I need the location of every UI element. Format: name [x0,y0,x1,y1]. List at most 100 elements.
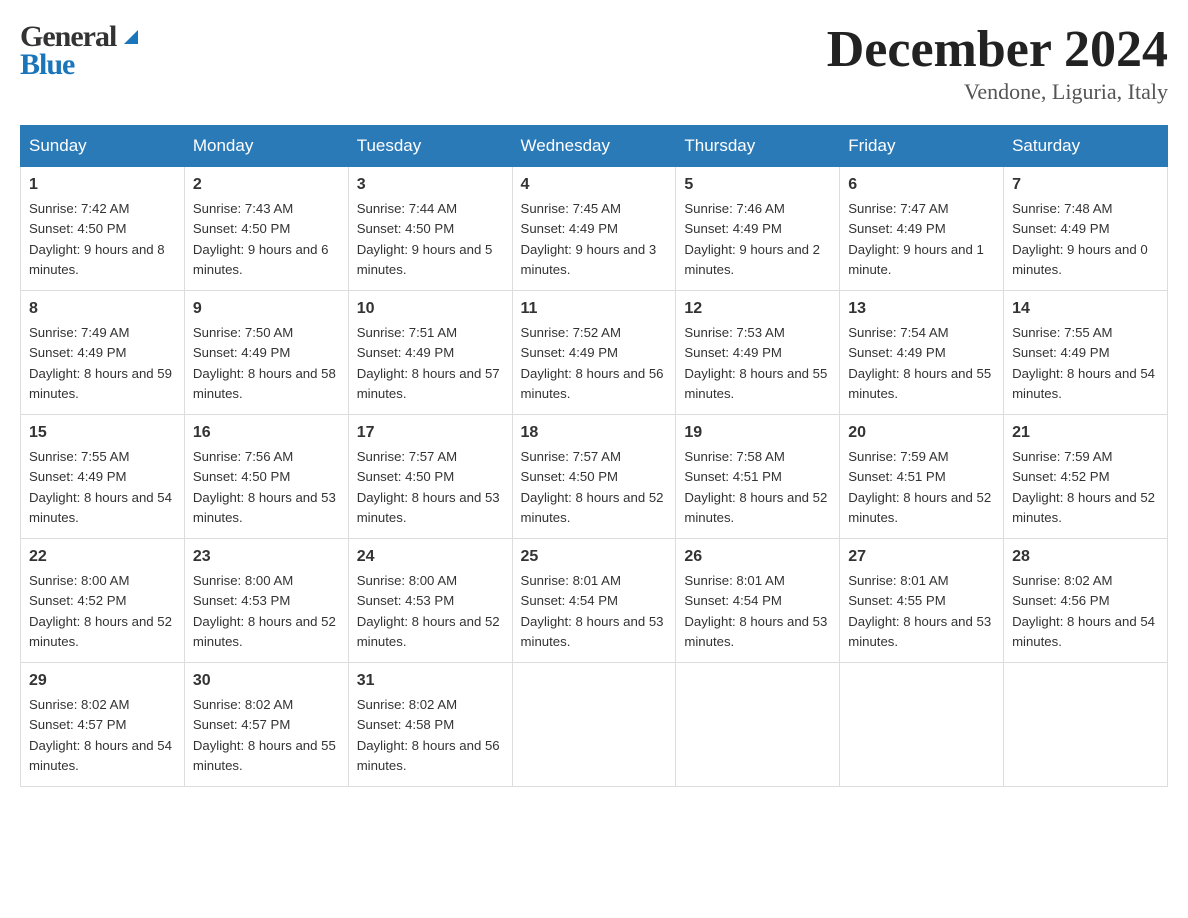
calendar-week-row: 29 Sunrise: 8:02 AMSunset: 4:57 PMDaylig… [21,663,1168,787]
calendar-cell: 13 Sunrise: 7:54 AMSunset: 4:49 PMDaylig… [840,291,1004,415]
calendar-cell: 7 Sunrise: 7:48 AMSunset: 4:49 PMDayligh… [1004,167,1168,291]
calendar-cell: 25 Sunrise: 8:01 AMSunset: 4:54 PMDaylig… [512,539,676,663]
calendar-subtitle: Vendone, Liguria, Italy [827,79,1168,105]
day-info: Sunrise: 8:02 AMSunset: 4:58 PMDaylight:… [357,697,500,773]
calendar-week-row: 8 Sunrise: 7:49 AMSunset: 4:49 PMDayligh… [21,291,1168,415]
calendar-cell: 2 Sunrise: 7:43 AMSunset: 4:50 PMDayligh… [184,167,348,291]
calendar-cell: 31 Sunrise: 8:02 AMSunset: 4:58 PMDaylig… [348,663,512,787]
calendar-title: December 2024 [827,20,1168,79]
day-number: 16 [193,421,340,445]
day-info: Sunrise: 7:50 AMSunset: 4:49 PMDaylight:… [193,325,336,401]
day-header-tuesday: Tuesday [348,126,512,167]
calendar-cell: 27 Sunrise: 8:01 AMSunset: 4:55 PMDaylig… [840,539,1004,663]
day-number: 9 [193,297,340,321]
day-info: Sunrise: 8:01 AMSunset: 4:55 PMDaylight:… [848,573,991,649]
day-info: Sunrise: 8:02 AMSunset: 4:57 PMDaylight:… [193,697,336,773]
calendar-cell: 8 Sunrise: 7:49 AMSunset: 4:49 PMDayligh… [21,291,185,415]
day-info: Sunrise: 7:49 AMSunset: 4:49 PMDaylight:… [29,325,172,401]
day-info: Sunrise: 7:47 AMSunset: 4:49 PMDaylight:… [848,201,984,277]
calendar-cell [840,663,1004,787]
calendar-cell: 10 Sunrise: 7:51 AMSunset: 4:49 PMDaylig… [348,291,512,415]
day-info: Sunrise: 7:59 AMSunset: 4:52 PMDaylight:… [1012,449,1155,525]
day-info: Sunrise: 7:52 AMSunset: 4:49 PMDaylight:… [521,325,664,401]
day-number: 30 [193,669,340,693]
day-number: 29 [29,669,176,693]
day-number: 18 [521,421,668,445]
calendar-cell: 26 Sunrise: 8:01 AMSunset: 4:54 PMDaylig… [676,539,840,663]
logo-icon [120,26,142,48]
day-number: 6 [848,173,995,197]
page-header: General Blue December 2024 Vendone, Ligu… [20,20,1168,105]
calendar-cell: 1 Sunrise: 7:42 AMSunset: 4:50 PMDayligh… [21,167,185,291]
day-number: 17 [357,421,504,445]
day-info: Sunrise: 8:01 AMSunset: 4:54 PMDaylight:… [521,573,664,649]
day-number: 25 [521,545,668,569]
day-header-friday: Friday [840,126,1004,167]
calendar-cell: 29 Sunrise: 8:02 AMSunset: 4:57 PMDaylig… [21,663,185,787]
day-info: Sunrise: 7:57 AMSunset: 4:50 PMDaylight:… [521,449,664,525]
day-number: 7 [1012,173,1159,197]
day-number: 2 [193,173,340,197]
day-header-wednesday: Wednesday [512,126,676,167]
day-info: Sunrise: 7:59 AMSunset: 4:51 PMDaylight:… [848,449,991,525]
day-number: 1 [29,173,176,197]
day-info: Sunrise: 7:56 AMSunset: 4:50 PMDaylight:… [193,449,336,525]
calendar-table: SundayMondayTuesdayWednesdayThursdayFrid… [20,125,1168,787]
day-number: 14 [1012,297,1159,321]
calendar-cell: 23 Sunrise: 8:00 AMSunset: 4:53 PMDaylig… [184,539,348,663]
day-header-sunday: Sunday [21,126,185,167]
calendar-cell: 3 Sunrise: 7:44 AMSunset: 4:50 PMDayligh… [348,167,512,291]
calendar-cell: 5 Sunrise: 7:46 AMSunset: 4:49 PMDayligh… [676,167,840,291]
day-number: 27 [848,545,995,569]
calendar-week-row: 15 Sunrise: 7:55 AMSunset: 4:49 PMDaylig… [21,415,1168,539]
day-info: Sunrise: 7:42 AMSunset: 4:50 PMDaylight:… [29,201,165,277]
day-number: 31 [357,669,504,693]
day-info: Sunrise: 7:54 AMSunset: 4:49 PMDaylight:… [848,325,991,401]
day-info: Sunrise: 7:51 AMSunset: 4:49 PMDaylight:… [357,325,500,401]
day-number: 22 [29,545,176,569]
day-number: 4 [521,173,668,197]
day-number: 21 [1012,421,1159,445]
calendar-cell: 20 Sunrise: 7:59 AMSunset: 4:51 PMDaylig… [840,415,1004,539]
day-info: Sunrise: 7:48 AMSunset: 4:49 PMDaylight:… [1012,201,1148,277]
day-info: Sunrise: 8:01 AMSunset: 4:54 PMDaylight:… [684,573,827,649]
calendar-cell: 15 Sunrise: 7:55 AMSunset: 4:49 PMDaylig… [21,415,185,539]
calendar-cell: 21 Sunrise: 7:59 AMSunset: 4:52 PMDaylig… [1004,415,1168,539]
day-number: 19 [684,421,831,445]
day-number: 23 [193,545,340,569]
day-info: Sunrise: 8:00 AMSunset: 4:53 PMDaylight:… [357,573,500,649]
day-number: 13 [848,297,995,321]
day-info: Sunrise: 7:55 AMSunset: 4:49 PMDaylight:… [1012,325,1155,401]
day-info: Sunrise: 7:43 AMSunset: 4:50 PMDaylight:… [193,201,329,277]
calendar-cell [676,663,840,787]
day-number: 24 [357,545,504,569]
calendar-cell: 24 Sunrise: 8:00 AMSunset: 4:53 PMDaylig… [348,539,512,663]
day-number: 8 [29,297,176,321]
day-number: 10 [357,297,504,321]
day-header-monday: Monday [184,126,348,167]
calendar-week-row: 22 Sunrise: 8:00 AMSunset: 4:52 PMDaylig… [21,539,1168,663]
calendar-cell [1004,663,1168,787]
day-info: Sunrise: 8:02 AMSunset: 4:56 PMDaylight:… [1012,573,1155,649]
calendar-cell: 19 Sunrise: 7:58 AMSunset: 4:51 PMDaylig… [676,415,840,539]
day-info: Sunrise: 7:58 AMSunset: 4:51 PMDaylight:… [684,449,827,525]
calendar-cell: 30 Sunrise: 8:02 AMSunset: 4:57 PMDaylig… [184,663,348,787]
day-info: Sunrise: 7:46 AMSunset: 4:49 PMDaylight:… [684,201,820,277]
day-number: 15 [29,421,176,445]
calendar-cell: 6 Sunrise: 7:47 AMSunset: 4:49 PMDayligh… [840,167,1004,291]
day-info: Sunrise: 7:44 AMSunset: 4:50 PMDaylight:… [357,201,493,277]
calendar-cell: 22 Sunrise: 8:00 AMSunset: 4:52 PMDaylig… [21,539,185,663]
calendar-week-row: 1 Sunrise: 7:42 AMSunset: 4:50 PMDayligh… [21,167,1168,291]
day-info: Sunrise: 7:45 AMSunset: 4:49 PMDaylight:… [521,201,657,277]
calendar-cell: 9 Sunrise: 7:50 AMSunset: 4:49 PMDayligh… [184,291,348,415]
calendar-header-row: SundayMondayTuesdayWednesdayThursdayFrid… [21,126,1168,167]
day-number: 11 [521,297,668,321]
calendar-cell: 14 Sunrise: 7:55 AMSunset: 4:49 PMDaylig… [1004,291,1168,415]
day-info: Sunrise: 8:00 AMSunset: 4:52 PMDaylight:… [29,573,172,649]
calendar-cell: 16 Sunrise: 7:56 AMSunset: 4:50 PMDaylig… [184,415,348,539]
day-number: 20 [848,421,995,445]
calendar-cell [512,663,676,787]
day-info: Sunrise: 8:02 AMSunset: 4:57 PMDaylight:… [29,697,172,773]
calendar-cell: 4 Sunrise: 7:45 AMSunset: 4:49 PMDayligh… [512,167,676,291]
day-number: 12 [684,297,831,321]
